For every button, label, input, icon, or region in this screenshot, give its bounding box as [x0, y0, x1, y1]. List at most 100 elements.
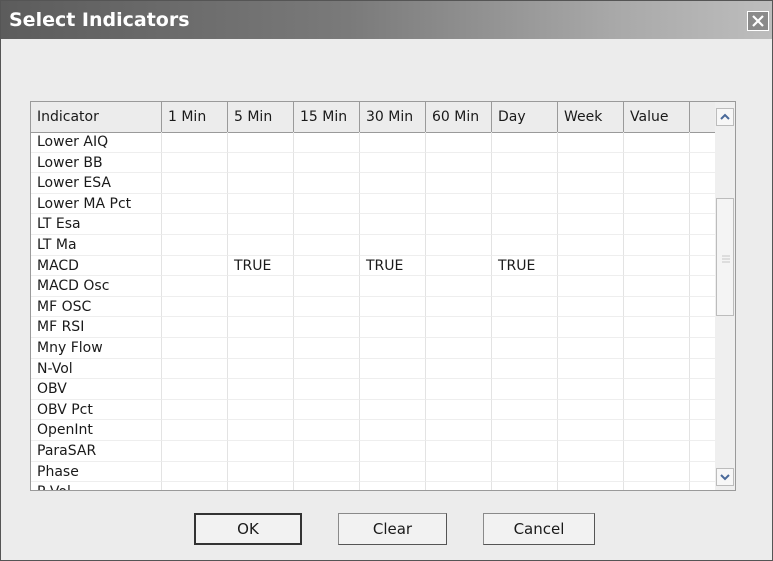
indicator-name-cell[interactable]: Lower MA Pct — [31, 193, 162, 215]
indicator-name-cell[interactable]: OBV — [31, 379, 162, 400]
timeframe-cell[interactable] — [162, 255, 228, 277]
column-header[interactable]: 5 Min — [228, 102, 294, 132]
timeframe-cell[interactable] — [624, 461, 690, 483]
vertical-scrollbar[interactable] — [715, 102, 735, 490]
timeframe-cell[interactable] — [690, 461, 716, 483]
timeframe-cell[interactable] — [690, 234, 716, 256]
timeframe-cell[interactable] — [294, 152, 360, 174]
timeframe-cell[interactable] — [228, 234, 294, 256]
timeframe-cell[interactable] — [492, 296, 558, 318]
timeframe-cell[interactable] — [360, 234, 426, 256]
timeframe-cell[interactable] — [162, 173, 228, 194]
table-row[interactable]: LT Ma — [31, 234, 716, 256]
table-row[interactable]: Lower ESA — [31, 173, 716, 194]
timeframe-cell[interactable] — [624, 234, 690, 256]
timeframe-cell[interactable] — [624, 296, 690, 318]
scroll-up-button[interactable] — [716, 108, 734, 126]
timeframe-cell[interactable] — [228, 296, 294, 318]
timeframe-cell[interactable] — [624, 317, 690, 338]
timeframe-cell[interactable] — [228, 420, 294, 441]
timeframe-cell[interactable] — [426, 152, 492, 174]
timeframe-cell[interactable] — [558, 193, 624, 215]
timeframe-cell[interactable] — [162, 399, 228, 421]
timeframe-cell[interactable]: TRUE — [360, 255, 426, 277]
timeframe-cell[interactable] — [624, 255, 690, 277]
timeframe-cell[interactable] — [426, 317, 492, 338]
timeframe-cell[interactable] — [228, 173, 294, 194]
close-button[interactable] — [747, 11, 769, 31]
timeframe-cell[interactable] — [294, 337, 360, 359]
timeframe-cell[interactable] — [690, 193, 716, 215]
timeframe-cell[interactable] — [360, 379, 426, 400]
indicator-name-cell[interactable]: ParaSAR — [31, 440, 162, 462]
timeframe-cell[interactable] — [426, 482, 492, 490]
timeframe-cell[interactable] — [294, 379, 360, 400]
timeframe-cell[interactable] — [558, 379, 624, 400]
timeframe-cell[interactable] — [228, 440, 294, 462]
timeframe-cell[interactable] — [294, 173, 360, 194]
table-row[interactable]: Mny Flow — [31, 337, 716, 359]
timeframe-cell[interactable] — [492, 317, 558, 338]
timeframe-cell[interactable] — [690, 152, 716, 174]
timeframe-cell[interactable] — [426, 234, 492, 256]
timeframe-cell[interactable] — [162, 461, 228, 483]
timeframe-cell[interactable] — [690, 132, 716, 153]
timeframe-cell[interactable] — [162, 420, 228, 441]
timeframe-cell[interactable] — [624, 358, 690, 380]
indicator-name-cell[interactable]: LT Esa — [31, 214, 162, 235]
indicator-name-cell[interactable]: N-Vol — [31, 358, 162, 380]
timeframe-cell[interactable] — [228, 399, 294, 421]
timeframe-cell[interactable] — [690, 482, 716, 490]
table-row[interactable]: Lower BB — [31, 152, 716, 174]
indicator-name-cell[interactable]: Lower BB — [31, 152, 162, 174]
timeframe-cell[interactable] — [294, 193, 360, 215]
timeframe-cell[interactable] — [162, 317, 228, 338]
timeframe-cell[interactable] — [426, 132, 492, 153]
timeframe-cell[interactable] — [162, 214, 228, 235]
timeframe-cell[interactable] — [294, 440, 360, 462]
timeframe-cell[interactable] — [690, 214, 716, 235]
timeframe-cell[interactable] — [624, 173, 690, 194]
timeframe-cell[interactable] — [426, 296, 492, 318]
table-row[interactable]: MACD TRUE TRUE TRUE — [31, 255, 716, 277]
timeframe-cell[interactable] — [624, 132, 690, 153]
scroll-down-button[interactable] — [716, 468, 734, 486]
timeframe-cell[interactable] — [558, 482, 624, 490]
timeframe-cell[interactable] — [294, 214, 360, 235]
timeframe-cell[interactable] — [294, 276, 360, 297]
timeframe-cell[interactable] — [162, 358, 228, 380]
cancel-button[interactable]: Cancel — [483, 513, 595, 545]
timeframe-cell[interactable] — [228, 214, 294, 235]
timeframe-cell[interactable] — [690, 420, 716, 441]
timeframe-cell[interactable] — [228, 461, 294, 483]
timeframe-cell[interactable] — [294, 132, 360, 153]
timeframe-cell[interactable] — [492, 420, 558, 441]
timeframe-cell[interactable] — [426, 173, 492, 194]
timeframe-cell[interactable] — [558, 214, 624, 235]
timeframe-cell[interactable] — [426, 461, 492, 483]
timeframe-cell[interactable] — [360, 296, 426, 318]
table-row[interactable]: MF OSC — [31, 296, 716, 318]
column-header[interactable]: Value — [624, 102, 690, 132]
timeframe-cell[interactable] — [558, 461, 624, 483]
timeframe-cell[interactable] — [228, 132, 294, 153]
indicator-name-cell[interactable]: Mny Flow — [31, 337, 162, 359]
timeframe-cell[interactable] — [360, 399, 426, 421]
timeframe-cell[interactable] — [360, 461, 426, 483]
timeframe-cell[interactable] — [558, 276, 624, 297]
timeframe-cell[interactable] — [492, 461, 558, 483]
clear-button[interactable]: Clear — [338, 513, 447, 545]
timeframe-cell[interactable] — [426, 255, 492, 277]
timeframe-cell[interactable] — [492, 193, 558, 215]
timeframe-cell[interactable] — [492, 440, 558, 462]
indicator-name-cell[interactable]: MF OSC — [31, 296, 162, 318]
indicator-name-cell[interactable]: Phase — [31, 461, 162, 483]
timeframe-cell[interactable] — [624, 440, 690, 462]
timeframe-cell[interactable] — [228, 193, 294, 215]
timeframe-cell[interactable] — [492, 379, 558, 400]
column-header[interactable]: 60 Min — [426, 102, 492, 132]
indicator-name-cell[interactable]: MACD — [31, 255, 162, 277]
indicator-name-cell[interactable]: OpenInt — [31, 420, 162, 441]
indicator-name-cell[interactable]: P Vol — [31, 482, 162, 490]
timeframe-cell[interactable] — [162, 276, 228, 297]
